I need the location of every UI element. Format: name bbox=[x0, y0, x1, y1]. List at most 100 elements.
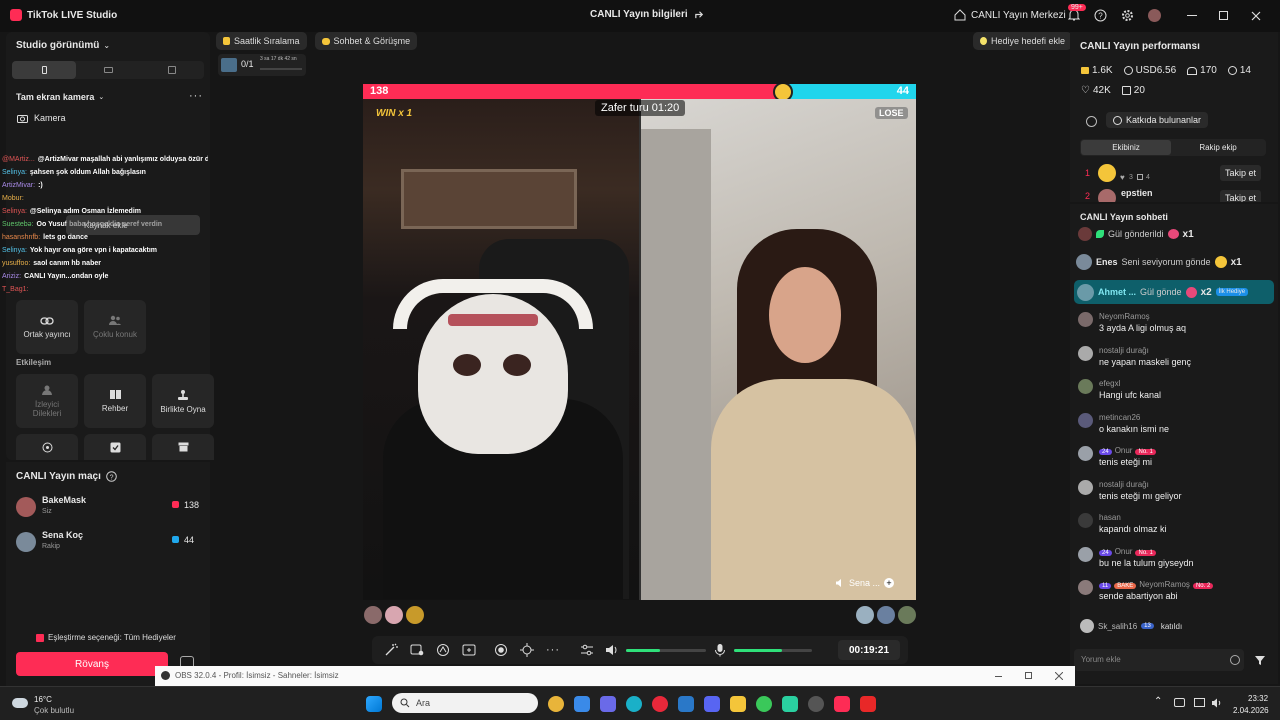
beauty-icon[interactable] bbox=[436, 643, 450, 657]
help-icon[interactable]: ? bbox=[106, 471, 117, 482]
tab-your-team[interactable]: Ekibiniz bbox=[1081, 140, 1171, 155]
obs-window-bar[interactable]: OBS 32.0.4 - Profil: İsimsiz - Sahneler:… bbox=[155, 666, 1075, 686]
discord-icon[interactable] bbox=[704, 696, 720, 712]
goal-widget[interactable]: 0/1 3 sa 17 dk 42 sn bbox=[218, 54, 306, 76]
supporter-avatar[interactable] bbox=[898, 606, 916, 624]
weather-temp: 16°C bbox=[34, 695, 52, 704]
interaction-title: Etkileşim bbox=[16, 358, 52, 367]
chat-username: hasanshnfb: bbox=[2, 234, 41, 241]
multi-guest-tile[interactable]: Çoklu konuk bbox=[84, 300, 146, 354]
magic-wand-icon[interactable] bbox=[384, 643, 398, 657]
speaker-icon[interactable] bbox=[835, 578, 845, 588]
teams-icon[interactable] bbox=[600, 696, 616, 712]
network-icon[interactable] bbox=[1174, 698, 1185, 707]
layout-icon[interactable] bbox=[462, 643, 476, 657]
follow-button[interactable]: Takip et bbox=[1220, 190, 1262, 202]
add-source-button[interactable]: Kaynak ekle bbox=[66, 215, 200, 235]
folder-icon[interactable] bbox=[730, 696, 746, 712]
supporter-avatar[interactable] bbox=[856, 606, 874, 624]
display-icon[interactable] bbox=[1194, 698, 1205, 707]
play-together-tile[interactable]: Birlikte Oyna bbox=[152, 374, 214, 428]
more-options-icon[interactable]: ··· bbox=[189, 90, 203, 102]
love-emoji-icon bbox=[1214, 256, 1227, 268]
microphone-icon[interactable] bbox=[714, 643, 726, 657]
record-icon[interactable] bbox=[494, 643, 508, 657]
taskbar-search[interactable]: Ara bbox=[392, 693, 538, 713]
minimize-icon[interactable] bbox=[1187, 15, 1197, 16]
guide-tile[interactable]: Rehber bbox=[84, 374, 146, 428]
maximize-icon[interactable] bbox=[1219, 11, 1228, 20]
filter-icon[interactable] bbox=[1254, 654, 1266, 666]
tiktok-taskbar-icon[interactable] bbox=[834, 696, 850, 712]
more-tools-tile-2[interactable] bbox=[84, 434, 146, 460]
add-gift-goal-chip[interactable]: Hediye hedefi ekle bbox=[973, 32, 1073, 50]
close-icon[interactable] bbox=[1251, 11, 1261, 21]
volume-slider[interactable] bbox=[626, 649, 706, 652]
live-center-button[interactable]: CANLI Yayın Merkezi bbox=[971, 10, 1066, 21]
opera-icon[interactable] bbox=[652, 696, 668, 712]
more-options-icon[interactable]: ··· bbox=[546, 644, 560, 656]
game-icon[interactable] bbox=[782, 696, 798, 712]
vertical-layout-tab[interactable] bbox=[12, 61, 76, 79]
diamond-icon bbox=[1081, 67, 1089, 74]
camera-target-icon[interactable] bbox=[520, 643, 534, 657]
user-settings-icon[interactable] bbox=[1086, 116, 1097, 127]
hourly-ranking-chip[interactable]: Saatlik Sıralama bbox=[216, 32, 307, 50]
studio-view-dropdown[interactable]: Studio görünümü ⌄ bbox=[16, 40, 110, 51]
opponent-tag[interactable]: Sena ... bbox=[849, 578, 880, 588]
source-dropdown[interactable]: Tam ekran kamera ⌄ bbox=[16, 92, 104, 102]
windows-start-icon[interactable] bbox=[366, 696, 382, 712]
youtube-icon[interactable] bbox=[860, 696, 876, 712]
minimize-icon[interactable] bbox=[995, 676, 1002, 677]
emoji-icon[interactable] bbox=[1230, 655, 1240, 665]
obs-taskbar-icon[interactable] bbox=[808, 696, 824, 712]
camera-source-item[interactable]: Kamera bbox=[17, 113, 66, 123]
match-option-label[interactable]: Eşleştirme seçeneği: Tüm Hediyeler bbox=[48, 633, 176, 642]
join-user: Sk_salih16 bbox=[1098, 621, 1138, 631]
contributors-button[interactable]: Katkıda bulunanlar bbox=[1106, 112, 1209, 128]
clock-date[interactable]: 2.04.2026 bbox=[1233, 706, 1269, 715]
share-icon[interactable] bbox=[694, 9, 705, 20]
live-info-title[interactable]: CANLI Yayın bilgileri bbox=[590, 9, 688, 20]
chat-message: NeyomRamoş 3 ayda A ligi olmuş aq bbox=[1078, 312, 1274, 346]
maximize-icon[interactable] bbox=[1025, 672, 1032, 679]
cohost-tile[interactable]: Ortak yayıncı bbox=[16, 300, 78, 354]
store-icon[interactable] bbox=[574, 696, 590, 712]
volume-icon[interactable] bbox=[1211, 697, 1223, 709]
mic-slider[interactable] bbox=[734, 649, 812, 652]
edge-icon[interactable] bbox=[626, 696, 642, 712]
comment-input[interactable]: Yorum ekle bbox=[1074, 649, 1244, 671]
follow-button[interactable]: Takip et bbox=[1220, 165, 1262, 181]
chat-username: metincan26 bbox=[1099, 412, 1141, 422]
effects-icon[interactable] bbox=[410, 643, 424, 657]
mail-icon[interactable] bbox=[678, 696, 694, 712]
sliders-icon[interactable] bbox=[580, 643, 594, 657]
chat-call-chip[interactable]: Sohbet & Görüşme bbox=[314, 32, 418, 50]
speaker-icon[interactable] bbox=[605, 643, 619, 657]
add-icon[interactable]: + bbox=[884, 578, 895, 588]
chrome-alt-icon[interactable] bbox=[756, 696, 772, 712]
close-icon[interactable] bbox=[1055, 672, 1063, 680]
more-tools-tile-1[interactable] bbox=[16, 434, 78, 460]
chat-username: Onur bbox=[1114, 446, 1133, 455]
chrome-icon[interactable] bbox=[548, 696, 564, 712]
supporter-avatar[interactable] bbox=[406, 606, 424, 624]
gift-user-avatar bbox=[1078, 227, 1092, 241]
viewer-wishes-tile[interactable]: İzleyici Dilekleri bbox=[16, 374, 78, 428]
gear-icon[interactable] bbox=[1121, 9, 1134, 22]
chat-username: @MArtiz... bbox=[2, 156, 35, 163]
horizontal-layout-tab[interactable] bbox=[76, 61, 140, 79]
supporter-avatar[interactable] bbox=[877, 606, 895, 624]
supporter-avatar[interactable] bbox=[364, 606, 382, 624]
profile-avatar[interactable] bbox=[1148, 9, 1161, 22]
chevron-up-icon[interactable]: ⌃ bbox=[1154, 696, 1162, 707]
heart-icon bbox=[172, 501, 179, 508]
split-layout-tab[interactable] bbox=[140, 61, 204, 79]
help-icon[interactable]: ? bbox=[1094, 9, 1107, 22]
tab-rival-team[interactable]: Rakip ekip bbox=[1171, 140, 1265, 155]
rematch-button[interactable]: Rövanş bbox=[16, 652, 168, 676]
more-tools-tile-3[interactable] bbox=[152, 434, 214, 460]
contributors-icon bbox=[1113, 115, 1122, 125]
supporter-avatar[interactable] bbox=[385, 606, 403, 624]
clock-time[interactable]: 23:32 bbox=[1248, 694, 1268, 703]
